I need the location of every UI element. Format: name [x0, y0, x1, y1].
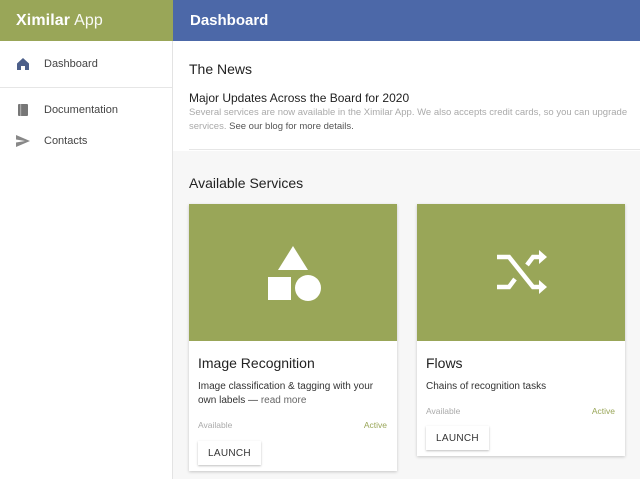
shuffle-icon [497, 250, 547, 294]
card-media[interactable] [189, 204, 397, 341]
card-description-text: Chains of recognition tasks [426, 381, 547, 392]
sidebar: Dashboard Documentation Contacts [0, 41, 173, 479]
status-badge: Active [591, 406, 615, 416]
sidebar-item-documentation[interactable]: Documentation [0, 94, 172, 126]
launch-button[interactable]: LAUNCH [198, 441, 261, 465]
sidebar-divider [0, 87, 172, 88]
sidebar-item-label: Dashboard [44, 58, 98, 70]
home-icon [17, 58, 29, 70]
sidebar-item-label: Contacts [44, 135, 88, 147]
sidebar-item-label: Documentation [44, 104, 118, 116]
news-title: Major Updates Across the Board for 2020 [189, 91, 410, 105]
status-badge: Active [363, 420, 387, 430]
service-card-flows: Flows Chains of recognition tasks Availa… [417, 204, 625, 456]
news-heading: The News [189, 61, 253, 77]
news-section: The News Major Updates Across the Board … [173, 41, 640, 151]
service-card-image-recognition: Image Recognition Image classification &… [189, 204, 397, 471]
sidebar-item-dashboard[interactable]: Dashboard [0, 48, 172, 80]
brand-name: Ximilar [16, 11, 71, 29]
app-window: Ximilar App Dashboard Dashboard Document… [0, 0, 640, 479]
card-description: Chains of recognition tasks [426, 380, 616, 394]
availability-label: Available [198, 420, 233, 430]
card-title: Image Recognition [198, 355, 315, 371]
shapes-icon [268, 246, 321, 301]
app-brand[interactable]: Ximilar App [0, 0, 173, 41]
page-header: Dashboard [173, 0, 640, 41]
section-divider [189, 149, 640, 150]
card-title: Flows [426, 355, 463, 371]
launch-button[interactable]: LAUNCH [426, 426, 489, 450]
card-media[interactable] [417, 204, 625, 341]
book-icon [18, 104, 28, 116]
sidebar-item-contacts[interactable]: Contacts [0, 125, 172, 157]
services-heading: Available Services [189, 175, 304, 191]
brand-suffix: App [74, 11, 103, 29]
card-description: Image classification & tagging with your… [198, 380, 388, 408]
news-body: Several services are now available in th… [189, 106, 637, 134]
main-content: The News Major Updates Across the Board … [173, 41, 640, 479]
availability-label: Available [426, 406, 461, 416]
blog-link[interactable]: See our blog for more details. [229, 121, 354, 132]
page-title: Dashboard [190, 12, 269, 29]
read-more-link[interactable]: read more [261, 395, 307, 406]
send-icon [16, 135, 30, 147]
